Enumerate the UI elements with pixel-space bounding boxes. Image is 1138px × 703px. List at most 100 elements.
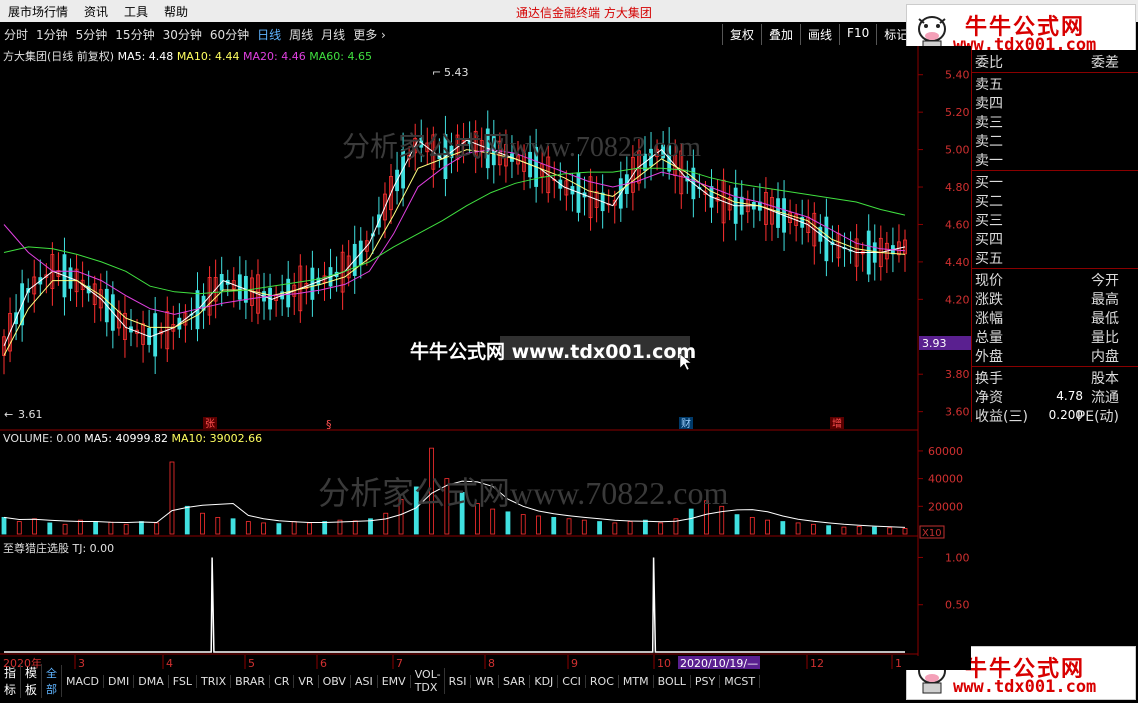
period-tab[interactable]: 5分钟 xyxy=(72,26,112,43)
indicator-tab[interactable]: VR xyxy=(294,674,319,688)
chart-tool-button[interactable]: 复权 xyxy=(722,24,761,45)
quote-label: 换手 xyxy=(975,371,1003,387)
indicator-tab[interactable]: SAR xyxy=(499,674,531,688)
quote-panel: 委比 委差 卖五 卖四 卖三 卖二 卖一 买一 买二 买三 买四 买五 现价 今开 涨跌 最高 涨幅 最低 总量 量比… xyxy=(971,50,1138,425)
date-label: 12 xyxy=(810,657,824,670)
indicator-tab[interactable]: CR xyxy=(270,674,295,688)
volume-bar xyxy=(47,522,53,535)
quote-row: 卖五 xyxy=(975,74,1135,93)
annotation-low: 3.61 xyxy=(18,408,43,421)
quote-label: 卖一 xyxy=(975,153,1003,169)
indicator-tab[interactable]: PSY xyxy=(691,674,721,688)
period-tab[interactable]: 15分钟 xyxy=(111,26,158,43)
volume-tick-label: 40000 xyxy=(928,473,963,486)
volume-bar xyxy=(734,514,740,535)
volume-bar xyxy=(322,521,328,535)
indicator-tab[interactable]: ASI xyxy=(351,674,378,688)
quote-row: 买三 xyxy=(975,210,1135,229)
period-tab[interactable]: 30分钟 xyxy=(159,26,206,43)
event-marker[interactable]: 财 xyxy=(681,417,691,430)
volume-bar xyxy=(230,518,236,535)
watermark-overlay: 牛牛公式网 www.tdx001.com xyxy=(410,340,696,363)
quote-label: 委差 xyxy=(1091,55,1119,71)
chart-tool-button[interactable]: 画线 xyxy=(800,24,839,45)
volume-label: VOLUME: 0.00 xyxy=(3,432,81,445)
indicator-tab[interactable]: BRAR xyxy=(231,674,271,688)
indicator-tab[interactable]: WR xyxy=(471,674,499,688)
price-tick-label: 3.60 xyxy=(945,406,970,419)
menu-item-news[interactable]: 资讯 xyxy=(76,3,116,20)
date-label: 10 xyxy=(657,657,671,670)
price-tick-label: 4.80 xyxy=(945,181,970,194)
indicator-tab[interactable]: EMV xyxy=(378,674,411,688)
event-marker[interactable]: § xyxy=(326,418,332,431)
indicator-tab[interactable]: ROC xyxy=(586,674,619,688)
period-tab[interactable]: 60分钟 xyxy=(206,26,253,43)
panel-divider xyxy=(972,366,1138,367)
period-tab[interactable]: 日线 xyxy=(253,26,285,43)
chart-tool-button[interactable]: 叠加 xyxy=(761,24,800,45)
indicator-tab[interactable]: MCST xyxy=(720,674,761,688)
volume-bar xyxy=(139,521,144,535)
indicator-tab[interactable]: 全部 xyxy=(42,665,63,697)
quote-row: 委比 委差 xyxy=(975,52,1135,71)
chart-tool-button[interactable]: F10 xyxy=(839,24,876,45)
menu-item-tools[interactable]: 工具 xyxy=(116,3,156,20)
price-tick-label: 3.80 xyxy=(945,368,970,381)
indicator-tab[interactable]: FSL xyxy=(169,674,197,688)
stock-name: 方大集团(日线 前复权) xyxy=(3,50,115,63)
quote-label: 涨幅 xyxy=(975,311,1003,327)
indicator-tab[interactable]: DMA xyxy=(134,674,169,688)
logo-url: www.tdx001.com xyxy=(953,677,1097,697)
date-label: 3 xyxy=(78,657,85,670)
period-tab[interactable]: 更多 › xyxy=(349,26,390,43)
period-tab[interactable]: 1分钟 xyxy=(32,26,72,43)
volume-bar xyxy=(505,511,511,535)
volume-ma5: MA5: 40999.82 xyxy=(84,432,168,445)
chart-header: 方大集团(日线 前复权) MA5: 4.48 MA10: 4.44 MA20: … xyxy=(3,48,372,64)
quote-row: 收益(三) 0.200 PE(动) xyxy=(975,406,1135,425)
indicator-tab[interactable]: DMI xyxy=(104,674,135,688)
date-label: 5 xyxy=(248,657,255,670)
quote-label: 外盘 xyxy=(975,349,1003,365)
indicator-tabs: 指标 模板 全部 MACD DMI DMA FSL TRIX BRAR CR VR OBV ASI EMV… xyxy=(0,664,761,698)
date-label: 4 xyxy=(166,657,173,670)
indicator-tab[interactable]: MACD xyxy=(62,674,105,688)
kline-chart[interactable]: 5.40 5.20 5.00 4.80 4.60 4.40 4.20 3.80 3.60 600… xyxy=(0,46,971,670)
date-label: 6 xyxy=(320,657,327,670)
indicator-tab[interactable]: OBV xyxy=(319,674,351,688)
quote-label: 现价 xyxy=(975,273,1003,289)
event-marker[interactable]: 张 xyxy=(205,418,215,430)
volume-tick-label: 60000 xyxy=(928,445,963,458)
quote-label: 卖四 xyxy=(975,96,1003,112)
date-label: 2020/10/19/— xyxy=(680,657,758,670)
quote-row: 净资 4.78 流通 xyxy=(975,387,1135,406)
indicator-tab[interactable]: 指标 xyxy=(0,664,22,698)
price-tick-label: 5.20 xyxy=(945,106,970,119)
volume-bar xyxy=(826,525,832,535)
quote-row: 外盘 内盘 xyxy=(975,346,1135,365)
ma20-label: MA20: 4.46 xyxy=(243,50,306,63)
period-tab[interactable]: 月线 xyxy=(317,26,349,43)
indicator-tab[interactable]: RSI xyxy=(445,674,472,688)
menu-item-help[interactable]: 帮助 xyxy=(156,3,196,20)
quote-label: 买二 xyxy=(975,194,1003,210)
indicator-tab[interactable]: KDJ xyxy=(530,674,559,688)
period-tab[interactable]: 周线 xyxy=(285,26,317,43)
volume-bar xyxy=(93,521,99,535)
period-tab[interactable]: 分时 xyxy=(0,26,32,43)
indicator-header: 至尊猎庄选股 TJ: 0.00 xyxy=(3,542,115,555)
quote-row: 现价 今开 xyxy=(975,270,1135,289)
indicator-tab[interactable]: VOL-TDX xyxy=(411,668,445,694)
menu-item-market[interactable]: 展市场行情 xyxy=(0,3,76,20)
indicator-tab[interactable]: MTM xyxy=(619,674,654,688)
quote-label: 最高 xyxy=(1091,292,1119,308)
quote-row: 涨跌 最高 xyxy=(975,289,1135,308)
indicator-tab[interactable]: CCI xyxy=(558,674,586,688)
indicator-tab[interactable]: BOLL xyxy=(654,674,691,688)
quote-label: 股本 xyxy=(1091,371,1119,387)
indicator-tab[interactable]: 模板 xyxy=(21,664,43,698)
indicator-tab[interactable]: TRIX xyxy=(197,674,232,688)
ma10-label: MA10: 4.44 xyxy=(176,50,240,63)
event-marker[interactable]: 增 xyxy=(832,417,842,430)
